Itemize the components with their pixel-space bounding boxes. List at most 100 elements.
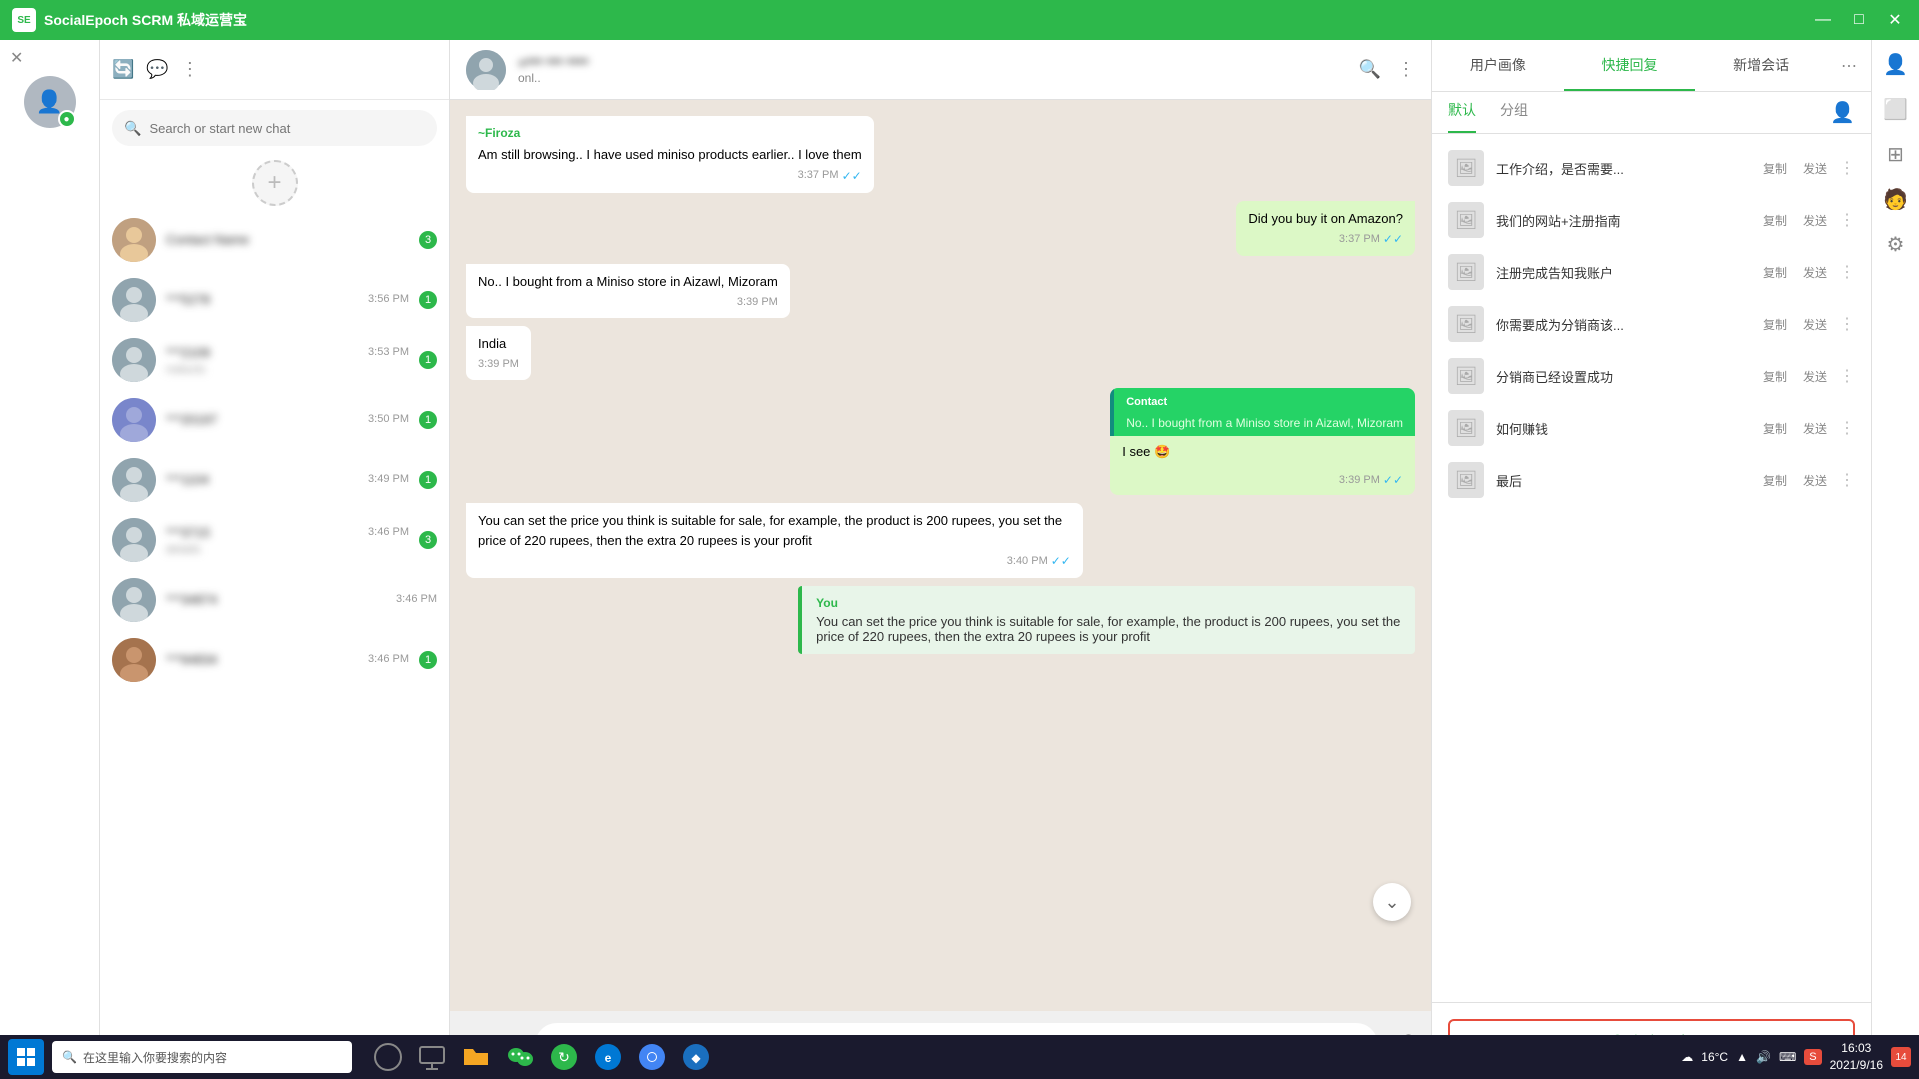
time-text: 3:39 PM: [478, 356, 519, 373]
right-panel-more-icon[interactable]: ⋯: [1827, 40, 1871, 91]
chat-name: ***20197: [166, 412, 217, 427]
qr-copy-button[interactable]: 复制: [1759, 366, 1791, 387]
user-avatar-sidebar[interactable]: 👤 ●: [24, 76, 76, 128]
chat-item[interactable]: ***20197 3:50 PM 1: [100, 390, 449, 450]
taskbar-search-bar[interactable]: 🔍 在这里输入你要搜索的内容: [52, 1041, 352, 1073]
qr-text: 分销商已经设置成功: [1496, 367, 1747, 386]
scroll-down-button[interactable]: ⌄: [1373, 883, 1411, 921]
qr-copy-button[interactable]: 复制: [1759, 418, 1791, 439]
quick-reply-item[interactable]: 🖼 如何赚钱 复制 发送 ⋮: [1432, 402, 1871, 454]
taskbar-app-blue[interactable]: ◆: [676, 1037, 716, 1077]
chat-item[interactable]: ***2109 3:53 PM roducts 1: [100, 330, 449, 390]
taskbar-app-folder[interactable]: [456, 1037, 496, 1077]
qr-copy-button[interactable]: 复制: [1759, 158, 1791, 179]
time-text: 3:37 PM: [1339, 231, 1380, 248]
message-text: You can set the price you think is suita…: [478, 511, 1071, 550]
qr-send-button[interactable]: 发送: [1799, 314, 1831, 335]
qr-send-button[interactable]: 发送: [1799, 418, 1831, 439]
message-tick: ✓✓: [1051, 552, 1071, 570]
refresh-icon[interactable]: 🔄: [112, 59, 134, 80]
taskbar-app-green[interactable]: ↻: [544, 1037, 584, 1077]
qr-actions: 复制 发送 ⋮: [1759, 262, 1855, 283]
search-chat-icon[interactable]: 🔍: [1359, 59, 1381, 80]
chat-header-avatar: [466, 50, 506, 90]
chat-time: 3:56 PM: [368, 293, 409, 305]
sidebar-person-icon[interactable]: 🧑: [1883, 187, 1908, 212]
qr-text: 我们的网站+注册指南: [1496, 211, 1747, 230]
time-text: 3:40 PM: [1007, 553, 1048, 570]
taskbar-app-circle[interactable]: [368, 1037, 408, 1077]
qr-more-icon[interactable]: ⋮: [1839, 158, 1855, 178]
qr-send-button[interactable]: 发送: [1799, 262, 1831, 283]
quick-reply-item[interactable]: 🖼 我们的网站+注册指南 复制 发送 ⋮: [1432, 194, 1871, 246]
chat-icon[interactable]: 💬: [146, 59, 168, 80]
taskbar-app-edge[interactable]: e: [588, 1037, 628, 1077]
qr-send-button[interactable]: 发送: [1799, 158, 1831, 179]
qr-image: 🖼: [1448, 150, 1484, 186]
qr-copy-button[interactable]: 复制: [1759, 262, 1791, 283]
chat-item[interactable]: ***1104 3:49 PM 1: [100, 450, 449, 510]
user-icon[interactable]: 👤: [1830, 100, 1855, 133]
chat-time: 3:46 PM: [396, 593, 437, 605]
tab-quick-reply[interactable]: 快捷回复: [1564, 40, 1696, 91]
qr-more-icon[interactable]: ⋮: [1839, 210, 1855, 230]
subtab-default[interactable]: 默认: [1448, 100, 1476, 133]
qr-send-button[interactable]: 发送: [1799, 366, 1831, 387]
qr-more-icon[interactable]: ⋮: [1839, 470, 1855, 490]
notification-count-badge[interactable]: 14: [1891, 1047, 1911, 1067]
temperature: 16°C: [1701, 1050, 1728, 1064]
qr-send-button[interactable]: 发送: [1799, 210, 1831, 231]
quick-reply-item[interactable]: 🖼 最后 复制 发送 ⋮: [1432, 454, 1871, 506]
qr-more-icon[interactable]: ⋮: [1839, 366, 1855, 386]
chat-item[interactable]: ***34874 3:46 PM: [100, 570, 449, 630]
qr-send-button[interactable]: 发送: [1799, 470, 1831, 491]
quick-reply-item[interactable]: 🖼 注册完成告知我账户 复制 发送 ⋮: [1432, 246, 1871, 298]
time-text: 3:37 PM: [798, 167, 839, 184]
qr-more-icon[interactable]: ⋮: [1839, 262, 1855, 282]
qr-copy-button[interactable]: 复制: [1759, 470, 1791, 491]
more-options-icon[interactable]: ⋮: [181, 59, 199, 80]
close-sidebar-icon[interactable]: ✕: [10, 48, 23, 68]
chat-list: Contact Name 3 ***5278 3:56 PM: [100, 210, 449, 1079]
chat-item[interactable]: ***5278 3:56 PM 1: [100, 270, 449, 330]
search-input[interactable]: [149, 121, 425, 136]
close-button[interactable]: ✕: [1883, 8, 1907, 32]
taskbar-app-screen[interactable]: [412, 1037, 452, 1077]
chat-item[interactable]: Contact Name 3: [100, 210, 449, 270]
search-bar[interactable]: 🔍: [112, 110, 437, 146]
chat-item[interactable]: ***94834 3:46 PM 1: [100, 630, 449, 690]
chat-avatar: [112, 518, 156, 562]
chat-more-icon[interactable]: ⋮: [1397, 59, 1415, 80]
sidebar-user-icon[interactable]: 👤: [1883, 52, 1908, 77]
tab-user-profile[interactable]: 用户画像: [1432, 40, 1564, 91]
start-button[interactable]: [8, 1039, 44, 1075]
sidebar-grid-icon[interactable]: ⊞: [1887, 142, 1904, 167]
subtab-group[interactable]: 分组: [1500, 100, 1528, 133]
message-sender-you: You: [816, 596, 1401, 610]
tab-new-chat[interactable]: 新增会话: [1695, 40, 1827, 91]
message-text: India: [478, 334, 519, 354]
quick-reply-item[interactable]: 🖼 分销商已经设置成功 复制 发送 ⋮: [1432, 350, 1871, 402]
minimize-button[interactable]: —: [1811, 8, 1835, 32]
maximize-button[interactable]: □: [1847, 8, 1871, 32]
qr-image: 🖼: [1448, 462, 1484, 498]
chat-info: ***20197 3:50 PM: [166, 412, 409, 429]
unread-count: 1: [419, 291, 437, 309]
chat-list-header: 🔄 💬 ⋮: [100, 40, 449, 100]
chat-item[interactable]: ***3715 3:46 PM details 3: [100, 510, 449, 570]
message-time: 3:37 PM ✓✓: [478, 167, 862, 185]
quick-reply-item[interactable]: 🖼 工作介绍，是否需要... 复制 发送 ⋮: [1432, 142, 1871, 194]
message-tick: ✓✓: [842, 167, 862, 185]
chat-name: ***34874: [166, 592, 217, 607]
qr-more-icon[interactable]: ⋮: [1839, 418, 1855, 438]
chat-avatar: [112, 638, 156, 682]
sidebar-settings-icon[interactable]: ⚙: [1887, 232, 1905, 257]
sidebar-qr-icon[interactable]: ⬜: [1883, 97, 1908, 122]
qr-more-icon[interactable]: ⋮: [1839, 314, 1855, 334]
qr-copy-button[interactable]: 复制: [1759, 314, 1791, 335]
taskbar-app-wechat[interactable]: [500, 1037, 540, 1077]
add-chat-button[interactable]: +: [252, 160, 298, 206]
quick-reply-item[interactable]: 🖼 你需要成为分销商该... 复制 发送 ⋮: [1432, 298, 1871, 350]
taskbar-app-chrome[interactable]: [632, 1037, 672, 1077]
qr-copy-button[interactable]: 复制: [1759, 210, 1791, 231]
